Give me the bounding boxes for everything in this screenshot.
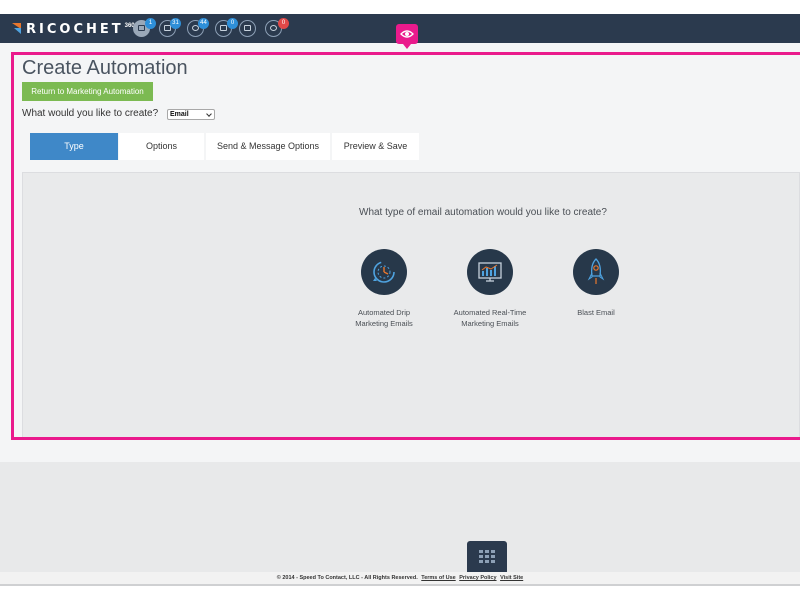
mail-badge: 0 [227,18,238,29]
document-icon[interactable]: 31 [159,18,181,37]
brand-name: RICOCHET [26,21,124,37]
mail-glyph [220,25,227,31]
app-grid-button[interactable] [467,541,507,573]
inbox-glyph [244,25,251,31]
bottom-margin [0,586,800,600]
lower-background [0,462,800,584]
chat-badge: 44 [198,18,209,29]
app-frame: RICOCHET 360 1 31 44 0 0 Create Automati… [0,0,800,600]
eye-icon [400,30,414,38]
brand-logo[interactable]: RICOCHET 360 [12,19,135,39]
grid-icon [479,550,496,563]
browser-top-edge [0,0,800,14]
message-badge: 0 [278,18,289,29]
visit-site-link[interactable]: Visit Site [500,575,523,581]
terms-link[interactable]: Terms of Use [421,575,455,581]
mail-icon[interactable]: 0 [215,18,238,37]
view-toggle-button[interactable] [396,24,418,49]
footer: © 2014 - Speed To Contact, LLC - All Rig… [0,572,800,584]
document-badge: 31 [170,18,181,29]
inbox-icon[interactable] [239,20,256,37]
footer-copyright: © 2014 - Speed To Contact, LLC - All Rig… [276,575,418,581]
highlight-frame [11,52,800,440]
dashboard-glyph [138,25,145,31]
message-icon[interactable]: 0 [265,18,289,37]
dashboard-icon[interactable]: 1 [133,18,156,37]
message-glyph [270,25,277,31]
chat-icon[interactable]: 44 [187,18,209,37]
privacy-link[interactable]: Privacy Policy [459,575,496,581]
logo-mark-icon [12,23,22,35]
dashboard-badge: 1 [145,18,156,29]
